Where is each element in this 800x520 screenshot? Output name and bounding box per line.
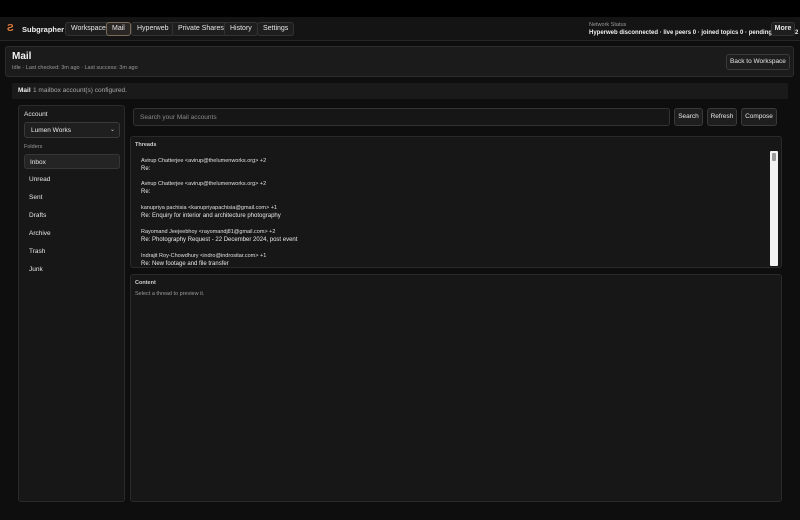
mail-sidebar: Account Lumen Works ⌄ Folders Inbox Unre… — [18, 105, 125, 502]
threads-panel: Threads Avirup Chatterjee <avirup@thelum… — [130, 136, 782, 268]
account-select[interactable]: Lumen Works ⌄ — [24, 122, 120, 138]
thread-item[interactable]: Rayomand Jeejeebhoy <rayomandj81@gmail.c… — [141, 228, 761, 244]
back-to-workspace-button[interactable]: Back to Workspace — [726, 54, 790, 70]
info-bar-message: 1 mailbox account(s) configured. — [33, 87, 127, 94]
sync-status: Idle · Last checked: 3m ago · Last succe… — [12, 65, 138, 71]
threads-scrollbar[interactable] — [770, 151, 778, 266]
thread-item[interactable]: Avirup Chatterjee <avirup@thelumenworks.… — [141, 180, 761, 196]
thread-subject: Re: Enquiry for interior and architectur… — [141, 213, 281, 219]
folder-junk[interactable]: Junk — [24, 262, 120, 277]
folder-label: Inbox — [30, 159, 46, 166]
folder-label: Drafts — [29, 212, 47, 219]
search-button[interactable]: Search — [674, 108, 703, 126]
folder-archive[interactable]: Archive — [24, 226, 120, 241]
thread-from: Indrajit Roy-Chowdhury <indro@indrositar… — [141, 253, 267, 259]
compose-button[interactable]: Compose — [741, 108, 777, 126]
content-header: Content — [135, 280, 156, 286]
more-button[interactable]: More — [771, 22, 795, 36]
app-brand: Subgrapher — [22, 25, 65, 34]
thread-from: Avirup Chatterjee <avirup@thelumenworks.… — [141, 158, 267, 164]
folder-sent[interactable]: Sent — [24, 190, 120, 205]
page-title: Mail — [12, 51, 32, 62]
page-header: Mail Idle · Last checked: 3m ago · Last … — [5, 46, 794, 77]
network-status-value: Hyperweb disconnected · live peers 0 · j… — [589, 30, 799, 36]
nav-workspace[interactable]: Workspace — [65, 22, 112, 36]
folder-label: Sent — [29, 194, 43, 201]
thread-subject: Re: Photography Request - 22 December 20… — [141, 237, 298, 243]
scrollbar-thumb[interactable] — [772, 153, 776, 161]
threads-header: Threads — [135, 142, 157, 148]
search-input[interactable] — [133, 108, 670, 126]
thread-from: Rayomand Jeejeebhoy <rayomandj81@gmail.c… — [141, 229, 276, 235]
thread-subject: Re: — [141, 189, 151, 195]
folder-label: Junk — [29, 266, 43, 273]
folder-drafts[interactable]: Drafts — [24, 208, 120, 223]
nav-settings[interactable]: Settings — [257, 22, 295, 36]
info-bar-title: Mail — [18, 87, 31, 94]
nav-private-shares[interactable]: Private Shares — [172, 22, 230, 36]
top-navbar: Ƨ Subgrapher Workspace Mail Hyperweb Pri… — [0, 17, 800, 41]
network-status: Network Status Hyperweb disconnected · l… — [589, 22, 798, 37]
nav-hyperweb[interactable]: Hyperweb — [131, 22, 175, 36]
thread-subject: Re: New footage and file transfer — [141, 261, 229, 267]
folder-unread[interactable]: Unread — [24, 172, 120, 187]
thread-from: Avirup Chatterjee <avirup@thelumenworks.… — [141, 181, 267, 187]
network-status-label: Network Status — [589, 22, 627, 28]
chevron-down-icon: ⌄ — [109, 127, 115, 133]
thread-from: kanupriya pachisia <kanupriyapachisia@gm… — [141, 205, 277, 211]
nav-mail[interactable]: Mail — [106, 22, 131, 36]
folder-label: Archive — [29, 230, 51, 237]
nav-history[interactable]: History — [224, 22, 258, 36]
refresh-button[interactable]: Refresh — [707, 108, 737, 126]
folder-inbox[interactable]: Inbox — [24, 154, 120, 169]
info-bar: Mail 1 mailbox account(s) configured. — [12, 83, 788, 99]
account-label: Account — [24, 111, 48, 118]
folder-label: Trash — [29, 248, 46, 255]
folder-label: Unread — [29, 176, 51, 183]
thread-item[interactable]: Indrajit Roy-Chowdhury <indro@indrositar… — [141, 252, 761, 267]
thread-item[interactable]: kanupriya pachisia <kanupriyapachisia@gm… — [141, 204, 761, 220]
top-strip — [0, 0, 800, 17]
app-logo-icon: Ƨ — [7, 23, 14, 34]
content-panel: Content Select a thread to preview it. — [130, 274, 782, 502]
account-select-value: Lumen Works — [31, 127, 71, 134]
folders-label: Folders — [24, 144, 43, 150]
folder-trash[interactable]: Trash — [24, 244, 120, 259]
thread-item[interactable]: Avirup Chatterjee <avirup@thelumenworks.… — [141, 157, 761, 173]
content-empty-text: Select a thread to preview it. — [135, 291, 205, 297]
thread-subject: Re: — [141, 166, 151, 172]
